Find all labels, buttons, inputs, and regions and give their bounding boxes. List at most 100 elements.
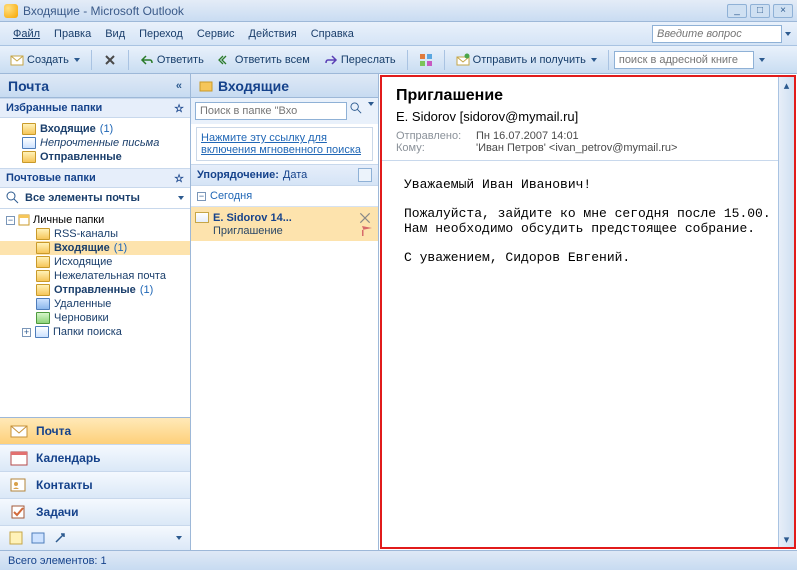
arrange-by-row[interactable]: Упорядочение: Дата (191, 164, 378, 186)
instant-search-hint[interactable]: Нажмите эту ссылку для включения мгновен… (196, 127, 373, 161)
search-icon[interactable] (350, 102, 363, 116)
nav-tasks-button[interactable]: Задачи (0, 499, 190, 526)
read-from: E. Sidorov [sidorov@mymail.ru] (396, 109, 780, 124)
folder-list-icon[interactable] (30, 530, 46, 546)
tree-rss[interactable]: RSS-каналы (0, 227, 190, 241)
menu-go[interactable]: Переход (132, 25, 190, 43)
fav-unread[interactable]: Непрочтенные письма (0, 136, 190, 150)
title-bar: Входящие - Microsoft Outlook _ □ × (0, 0, 797, 22)
search-row (191, 98, 378, 124)
sent-value: Пн 16.07.2007 14:01 (476, 130, 579, 142)
body-paragraph: Уважаемый Иван Иванович! (404, 177, 776, 192)
nav-contacts-button[interactable]: Контакты (0, 472, 190, 499)
tree-root-personal[interactable]: − Личные папки (0, 213, 190, 227)
configure-caret-icon[interactable] (176, 536, 182, 540)
caret-icon (178, 196, 184, 200)
ask-caret-icon[interactable] (785, 32, 791, 36)
forward-icon (324, 53, 338, 67)
menu-tools[interactable]: Сервис (190, 25, 242, 43)
read-metadata: Отправлено: Пн 16.07.2007 14:01 Кому: 'И… (396, 130, 780, 154)
categorize-button[interactable] (413, 50, 439, 70)
tree-search-folders[interactable]: + Папки поиска (0, 325, 190, 339)
menu-actions[interactable]: Действия (242, 25, 304, 43)
reply-all-icon (218, 53, 232, 67)
tasks-icon (10, 504, 28, 520)
reply-icon (140, 53, 154, 67)
nav-mail-button[interactable]: Почта (0, 418, 190, 445)
fav-inbox[interactable]: Входящие (1) (0, 122, 190, 136)
fav-sent[interactable]: Отправленные (0, 150, 190, 164)
send-receive-button[interactable]: Отправить и получить (450, 50, 603, 70)
sort-toggle-button[interactable] (358, 168, 372, 182)
menu-view[interactable]: Вид (98, 25, 132, 43)
mail-folders-header[interactable]: Почтовые папки ☆ (0, 168, 190, 188)
all-mail-items[interactable]: Все элементы почты (0, 188, 190, 209)
favorites-header[interactable]: Избранные папки ☆ (0, 98, 190, 118)
expand-icon[interactable]: + (22, 328, 31, 337)
nav-calendar-button[interactable]: Календарь (0, 445, 190, 472)
message-item[interactable]: E. Sidorov 14... Приглашение (191, 207, 378, 241)
folder-icon (36, 270, 50, 282)
outbox-icon (36, 256, 50, 268)
group-today[interactable]: − Сегодня (191, 186, 378, 207)
address-book-search[interactable] (614, 51, 754, 69)
send-receive-label: Отправить и получить (473, 54, 586, 66)
folder-search-input[interactable] (195, 102, 347, 120)
collapse-icon[interactable]: − (6, 216, 15, 225)
tree-outbox[interactable]: Исходящие (0, 255, 190, 269)
reply-button[interactable]: Ответить (134, 50, 210, 70)
new-mail-icon (10, 53, 24, 67)
to-label: Кому: (396, 142, 476, 154)
scroll-down-icon[interactable]: ▾ (779, 531, 794, 547)
folder-icon (36, 242, 50, 254)
caret-icon (591, 58, 597, 62)
body-paragraph: Пожалуйста, зайдите ко мне сегодня после… (404, 206, 776, 236)
nav-header-label: Почта (8, 78, 49, 94)
contacts-icon (10, 477, 28, 493)
list-header: Входящие (191, 74, 378, 98)
window-title: Входящие - Microsoft Outlook (23, 4, 184, 18)
flag-icon[interactable] (362, 226, 372, 236)
menu-help[interactable]: Справка (304, 25, 361, 43)
datafile-icon (17, 213, 31, 227)
minimize-button[interactable]: _ (727, 4, 747, 18)
folder-icon (22, 151, 36, 163)
menu-bar: Файл Правка Вид Переход Сервис Действия … (0, 22, 797, 46)
reading-pane: Приглашение E. Sidorov [sidorov@mymail.r… (380, 75, 796, 549)
collapse-nav-icon[interactable]: « (176, 80, 182, 92)
scroll-up-icon[interactable]: ▴ (779, 77, 794, 93)
maximize-button[interactable]: □ (750, 4, 770, 18)
menu-edit[interactable]: Правка (47, 25, 98, 43)
delete-msg-icon[interactable] (358, 211, 372, 225)
addr-caret-icon[interactable] (759, 58, 765, 62)
shortcuts-icon[interactable] (52, 530, 68, 546)
search-caret-icon[interactable] (368, 102, 374, 106)
new-button[interactable]: Создать (4, 50, 86, 70)
tree-inbox[interactable]: Входящие (1) (0, 241, 190, 255)
delete-icon (103, 53, 117, 67)
categorize-icon (419, 53, 433, 67)
app-icon (4, 4, 18, 18)
vertical-scrollbar[interactable]: ▴ ▾ (778, 77, 794, 547)
list-header-label: Входящие (218, 78, 289, 94)
notes-icon[interactable] (8, 530, 24, 546)
tree-junk[interactable]: Нежелательная почта (0, 269, 190, 283)
tree-drafts[interactable]: Черновики (0, 311, 190, 325)
message-subject: Приглашение (213, 225, 283, 237)
tree-sent[interactable]: Отправленные (1) (0, 283, 190, 297)
reply-all-button[interactable]: Ответить всем (212, 50, 316, 70)
ask-question-box[interactable] (652, 25, 782, 43)
reply-label: Ответить (157, 54, 204, 66)
forward-button[interactable]: Переслать (318, 50, 402, 70)
close-button[interactable]: × (773, 4, 793, 18)
delete-button[interactable] (97, 50, 123, 70)
folder-tree: − Личные папки RSS-каналы Входящие (1) И… (0, 209, 190, 343)
tree-deleted[interactable]: Удаленные (0, 297, 190, 311)
mail-icon (10, 423, 28, 439)
reading-body[interactable]: Уважаемый Иван Иванович! Пожалуйста, зай… (382, 161, 794, 547)
navigation-pane: Почта « Избранные папки ☆ Входящие (1) Н… (0, 74, 191, 550)
collapse-group-icon[interactable]: − (197, 192, 206, 201)
sent-label: Отправлено: (396, 130, 476, 142)
menu-file[interactable]: Файл (6, 25, 47, 43)
search-folder-icon (22, 137, 36, 149)
